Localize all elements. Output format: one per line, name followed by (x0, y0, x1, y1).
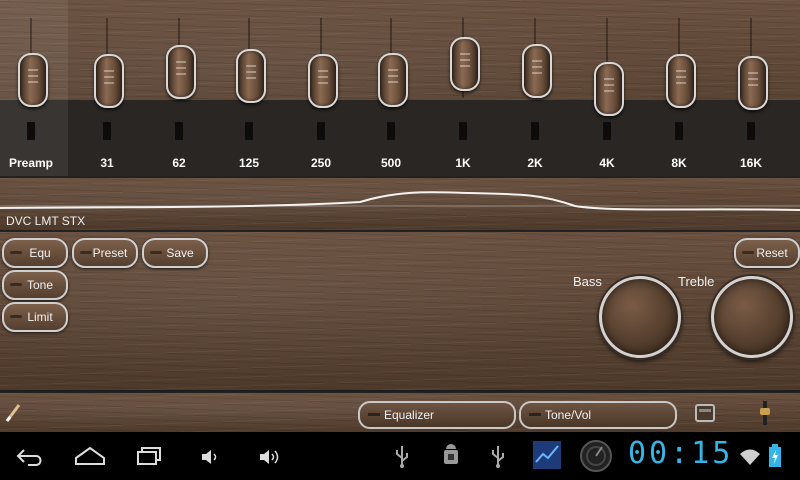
fader-icon[interactable] (758, 400, 772, 426)
volume-up-icon[interactable] (258, 448, 282, 466)
usb-icon (492, 446, 504, 468)
slider-stem (387, 122, 395, 140)
slider-stem (459, 122, 467, 140)
eq-slider-knob[interactable] (378, 53, 408, 107)
bass-knob[interactable] (599, 276, 681, 358)
grip-icon (10, 251, 22, 254)
tone-label: Tone (26, 278, 54, 292)
eq-band-8k: 8K (649, 0, 709, 176)
eq-slider-knob[interactable] (522, 44, 552, 98)
eq-slider-knob[interactable] (594, 62, 624, 116)
eq-band-label: 2K (527, 156, 543, 170)
limit-button[interactable]: Limit (2, 302, 68, 332)
eq-slider-knob[interactable] (166, 45, 196, 99)
wifi-icon (740, 449, 760, 465)
tone-vol-tab[interactable]: Tone/Vol (519, 401, 677, 429)
eq-band-label: 125 (238, 156, 260, 170)
recent-apps-icon[interactable] (136, 446, 164, 466)
usb-icon (396, 446, 408, 468)
grip-icon (368, 413, 380, 416)
eq-band-label: 250 (310, 156, 332, 170)
brush-icon[interactable] (4, 401, 22, 423)
grip-icon (80, 251, 92, 254)
eq-band-16k: 16K (721, 0, 781, 176)
control-panel: Equ Preset Save Tone Limit Reset Bass Tr… (0, 232, 800, 392)
grip-icon (10, 283, 22, 286)
equ-button[interactable]: Equ (2, 238, 68, 268)
eq-band-500: 500 (361, 0, 421, 176)
eq-band-125: 125 (219, 0, 279, 176)
slider-stem (531, 122, 539, 140)
tone-button[interactable]: Tone (2, 270, 68, 300)
slider-stem (175, 122, 183, 140)
reset-button[interactable]: Reset (734, 238, 800, 268)
grip-icon (529, 413, 541, 416)
eq-band-label: 16K (739, 156, 762, 170)
bass-label: Bass (573, 274, 602, 289)
slider-stem (27, 122, 35, 140)
equalizer-panel: Preamp 31 62 125 250 500 1K 2K 4K 8K 16K (0, 0, 800, 178)
gauge-icon (580, 440, 612, 472)
preset-button[interactable]: Preset (72, 238, 138, 268)
eq-slider-knob[interactable] (94, 54, 124, 108)
eq-band-31: 31 (77, 0, 137, 176)
eq-band-2k: 2K (505, 0, 565, 176)
eq-slider-knob[interactable] (450, 37, 480, 91)
eq-band-4k: 4K (577, 0, 637, 176)
app-chart-icon (533, 441, 561, 469)
display-icon[interactable] (694, 402, 716, 424)
eq-curve-panel: DVC LMT STX (0, 178, 800, 232)
slider-stem (103, 122, 111, 140)
eq-band-label: 500 (380, 156, 402, 170)
android-debug-icon (444, 444, 458, 464)
eq-band-label: 8K (671, 156, 687, 170)
limit-label: Limit (27, 310, 53, 324)
curve-line (0, 191, 800, 211)
grip-icon (10, 315, 22, 318)
grip-icon (150, 251, 162, 254)
grip-icon (742, 251, 754, 254)
eq-band-label: 62 (172, 156, 186, 170)
eq-slider-knob[interactable] (738, 56, 768, 110)
slider-stem (675, 122, 683, 140)
bottom-toolbar: Equalizer Tone/Vol (0, 392, 800, 433)
status-flags: DVC LMT STX (6, 214, 86, 228)
eq-response-curve (0, 191, 800, 211)
eq-band-label: 4K (599, 156, 615, 170)
eq-slider-knob[interactable] (308, 54, 338, 108)
slider-stem (747, 122, 755, 140)
system-clock: 00:15 (628, 436, 734, 471)
eq-slider-knob[interactable] (666, 54, 696, 108)
home-icon[interactable] (74, 446, 106, 466)
treble-label: Treble (678, 274, 715, 289)
back-icon[interactable] (14, 446, 46, 468)
slider-stem (245, 122, 253, 140)
eq-slider-knob[interactable] (18, 53, 48, 107)
slider-stem (603, 122, 611, 140)
eq-band-label: Preamp (8, 156, 54, 170)
volume-down-icon[interactable] (200, 448, 220, 466)
slider-stem (317, 122, 325, 140)
equ-label: Equ (29, 246, 51, 260)
eq-band-preamp: Preamp (1, 0, 61, 176)
equalizer-tab[interactable]: Equalizer (358, 401, 516, 429)
eq-band-250: 250 (291, 0, 351, 176)
eq-slider-knob[interactable] (236, 49, 266, 103)
save-button[interactable]: Save (142, 238, 208, 268)
eq-band-label: 31 (100, 156, 114, 170)
eq-band-1k: 1K (433, 0, 493, 176)
battery-charging-icon (769, 444, 781, 467)
eq-band-label: 1K (455, 156, 471, 170)
eq-band-62: 62 (149, 0, 209, 176)
treble-knob[interactable] (711, 276, 793, 358)
